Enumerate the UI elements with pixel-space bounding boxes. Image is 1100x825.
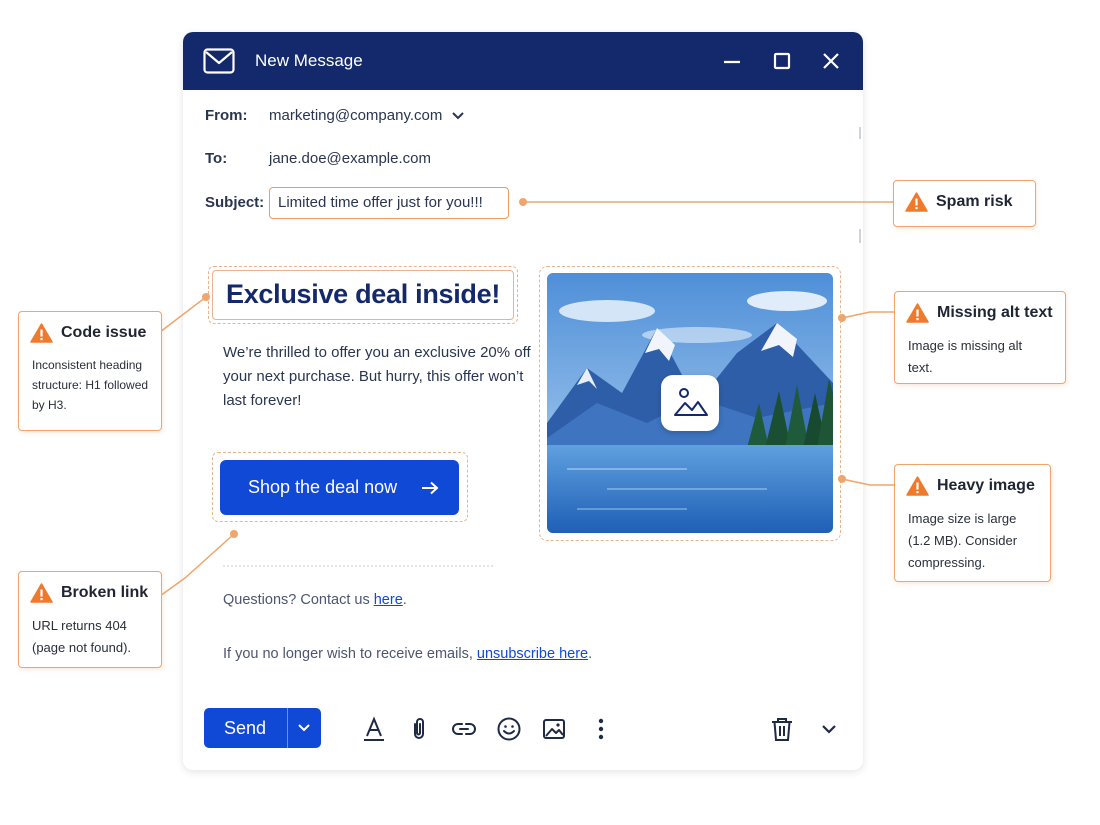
subject-field[interactable]: Limited time offer just for you!!! (269, 187, 509, 219)
footer-unsub-text: If you no longer wish to receive emails, (223, 646, 477, 662)
to-field[interactable]: jane.doe@example.com (269, 150, 431, 167)
warning-icon (906, 303, 929, 323)
compose-window: New Message From: marketing@company.com … (183, 32, 863, 770)
shop-deal-label: Shop the deal now (248, 477, 398, 497)
callout-title: Heavy image (937, 477, 1035, 494)
scrollbar-track (859, 127, 861, 139)
send-options-button[interactable] (288, 708, 321, 748)
scrollbar-track (859, 229, 861, 243)
close-icon[interactable] (821, 51, 841, 71)
chevron-down-icon[interactable] (816, 716, 842, 742)
callout-title: Spam risk (936, 193, 1013, 210)
image-icon[interactable] (541, 716, 567, 742)
code-issue-callout: Code issue Inconsistent heading structur… (18, 311, 162, 431)
callout-description: Inconsistent heading structure: H1 follo… (32, 358, 149, 412)
warning-icon (30, 583, 53, 603)
attachment-icon[interactable] (406, 716, 432, 742)
contact-here-link[interactable]: here (374, 592, 403, 608)
spam-risk-callout: Spam risk (893, 180, 1036, 227)
hero-image[interactable] (547, 273, 833, 533)
link-icon[interactable] (451, 716, 477, 742)
warning-icon (30, 323, 53, 343)
subject-label: Subject: (205, 194, 265, 211)
callout-title: Code issue (61, 324, 147, 341)
warning-icon (906, 476, 929, 496)
footer-contact-text: Questions? Contact us (223, 592, 374, 608)
footer-unsub-end: . (588, 646, 593, 662)
callout-description: Image is missing alt text. (908, 338, 1023, 375)
footer-unsubscribe: If you no longer wish to receive emails,… (223, 646, 592, 662)
callout-description: Image size is large (1.2 MB). Consider c… (908, 511, 1018, 570)
mail-icon (203, 48, 235, 74)
emoji-icon[interactable] (496, 716, 522, 742)
image-placeholder-icon (661, 375, 719, 431)
send-button-group: Send (204, 708, 321, 748)
footer-contact-end: . (402, 592, 407, 608)
section-divider (223, 565, 493, 569)
callout-title: Broken link (61, 584, 149, 601)
minimize-icon[interactable] (722, 51, 742, 71)
chevron-down-icon[interactable] (451, 110, 465, 122)
more-options-icon[interactable] (588, 716, 614, 742)
email-heading[interactable]: Exclusive deal inside! (226, 279, 500, 310)
delete-icon[interactable] (769, 716, 795, 742)
chevron-down-icon (298, 724, 310, 732)
footer-contact: Questions? Contact us here. (223, 592, 407, 608)
heavy-image-callout: Heavy image Image size is large (1.2 MB)… (894, 464, 1051, 582)
shop-deal-button[interactable]: Shop the deal now (220, 460, 459, 515)
unsubscribe-link[interactable]: unsubscribe here (477, 646, 588, 662)
arrow-right-icon (422, 481, 439, 495)
from-label: From: (205, 107, 248, 124)
email-body-text[interactable]: We’re thrilled to offer you an exclusive… (223, 341, 533, 413)
maximize-icon[interactable] (772, 51, 792, 71)
send-button[interactable]: Send (204, 708, 286, 748)
title-bar: New Message (183, 32, 863, 90)
warning-icon (905, 192, 928, 212)
broken-link-callout: Broken link URL returns 404 (page not fo… (18, 571, 162, 668)
text-format-icon[interactable] (361, 716, 387, 742)
from-field[interactable]: marketing@company.com (269, 107, 442, 124)
missing-alt-callout: Missing alt text Image is missing alt te… (894, 291, 1066, 384)
callout-description: URL returns 404 (page not found). (32, 618, 132, 655)
window-title: New Message (255, 51, 363, 70)
callout-title: Missing alt text (937, 304, 1053, 321)
to-label: To: (205, 150, 228, 167)
